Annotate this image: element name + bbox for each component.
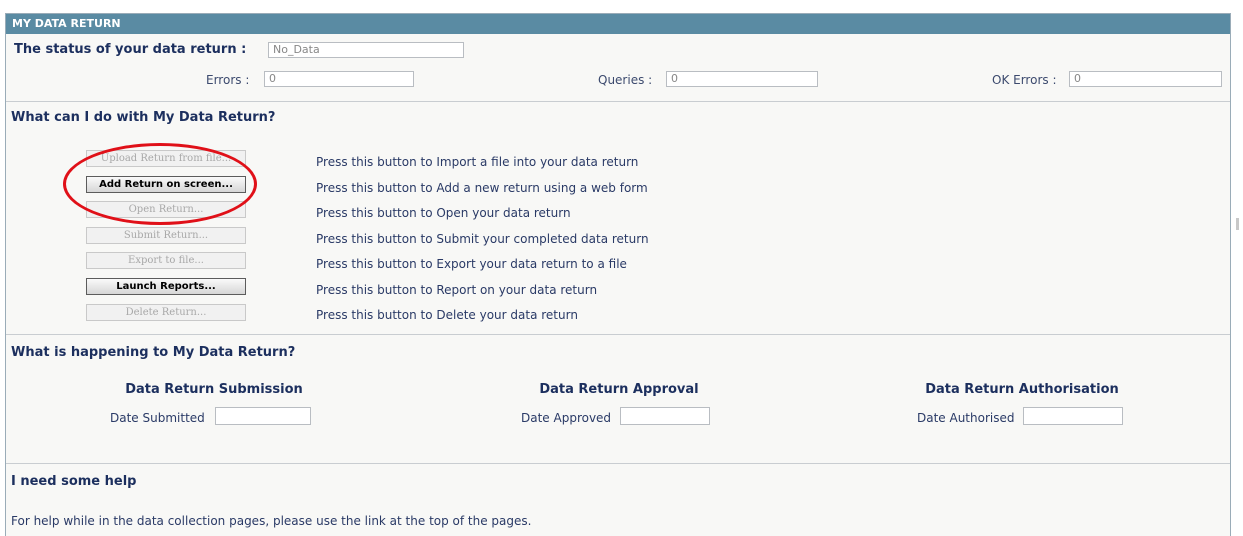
launch-reports-button[interactable]: Launch Reports... [86,278,246,295]
help-text: For help while in the data collection pa… [11,514,532,528]
help-heading: I need some help [11,474,137,489]
submit-description: Press this button to Submit your complet… [316,232,649,246]
my-data-return-panel: MY DATA RETURN The status of your data r… [5,13,1231,536]
ok-errors-label: OK Errors : [992,73,1057,87]
date-submitted-field[interactable] [215,407,311,425]
submit-return-button[interactable]: Submit Return... [86,227,246,244]
export-to-file-button[interactable]: Export to file... [86,252,246,269]
queries-label: Queries : [598,73,653,87]
upload-description: Press this button to Import a file into … [316,155,639,169]
date-approved-label: Date Approved [521,411,612,425]
divider [6,334,1230,335]
date-authorised-label: Date Authorised [917,411,1015,425]
status-label: The status of your data return : [14,42,247,57]
scrollbar[interactable] [1233,13,1243,536]
open-description: Press this button to Open your data retu… [316,206,571,220]
date-submitted-label: Date Submitted [110,411,205,425]
authorisation-heading: Data Return Authorisation [925,382,1119,397]
errors-label: Errors : [206,73,250,87]
report-description: Press this button to Report on your data… [316,283,598,297]
date-authorised-field[interactable] [1023,407,1123,425]
divider [6,101,1230,102]
delete-description: Press this button to Delete your data re… [316,308,578,322]
panel-title: MY DATA RETURN [6,14,1230,34]
delete-return-button[interactable]: Delete Return... [86,304,246,321]
approval-heading: Data Return Approval [539,382,699,397]
errors-field: 0 [264,71,414,87]
export-description: Press this button to Export your data re… [316,257,627,271]
divider [6,463,1230,464]
status-field: No_Data [268,42,464,58]
highlight-circle [63,143,257,225]
submission-heading: Data Return Submission [125,382,303,397]
queries-field: 0 [666,71,818,87]
actions-heading: What can I do with My Data Return? [11,110,276,125]
date-approved-field[interactable] [620,407,710,425]
progress-heading: What is happening to My Data Return? [11,345,296,360]
add-description: Press this button to Add a new return us… [316,181,648,195]
ok-errors-field: 0 [1069,71,1222,87]
